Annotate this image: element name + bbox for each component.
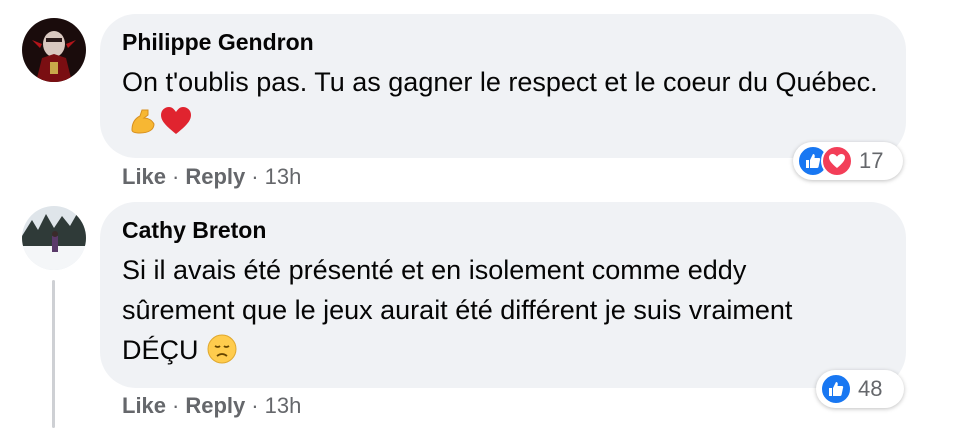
reply-button[interactable]: Reply bbox=[185, 164, 245, 189]
reply-button[interactable]: Reply bbox=[185, 393, 245, 418]
comment-author[interactable]: Philippe Gendron bbox=[122, 28, 884, 56]
avatar[interactable] bbox=[22, 206, 86, 270]
comment-author[interactable]: Cathy Breton bbox=[122, 216, 884, 244]
comment-bubble: Philippe Gendron On t'oublis pas. Tu as … bbox=[100, 14, 906, 158]
timestamp[interactable]: 13h bbox=[265, 393, 302, 418]
like-button[interactable]: Like bbox=[122, 164, 166, 189]
separator-dot: · bbox=[251, 393, 259, 418]
timestamp[interactable]: 13h bbox=[265, 164, 302, 189]
reaction-summary[interactable]: 48 bbox=[816, 370, 904, 408]
separator-dot: · bbox=[251, 164, 259, 189]
comment-actions: Like · Reply · 13h bbox=[122, 164, 301, 190]
disappointed-face-icon bbox=[207, 334, 237, 375]
reaction-count: 17 bbox=[859, 148, 884, 173]
comment-actions: Like · Reply · 13h bbox=[122, 393, 301, 419]
like-reaction-icon bbox=[820, 373, 852, 405]
reaction-summary[interactable]: 17 bbox=[793, 142, 903, 180]
comment-text: On t'oublis pas. Tu as gagner le respect… bbox=[122, 62, 884, 147]
love-reaction-icon bbox=[821, 145, 853, 177]
red-heart-icon bbox=[160, 106, 192, 147]
like-button[interactable]: Like bbox=[122, 393, 166, 418]
separator-dot: · bbox=[172, 164, 180, 189]
comment-bubble: Cathy Breton Si il avais été présenté et… bbox=[100, 202, 906, 388]
separator-dot: · bbox=[172, 393, 180, 418]
flexed-biceps-icon bbox=[128, 106, 158, 147]
comment-text: Si il avais été présenté et en isolement… bbox=[122, 250, 852, 375]
thread-line bbox=[52, 280, 55, 428]
reaction-count: 48 bbox=[858, 376, 883, 401]
avatar[interactable] bbox=[22, 18, 86, 82]
comment-text-content: On t'oublis pas. Tu as gagner le respect… bbox=[122, 67, 878, 97]
